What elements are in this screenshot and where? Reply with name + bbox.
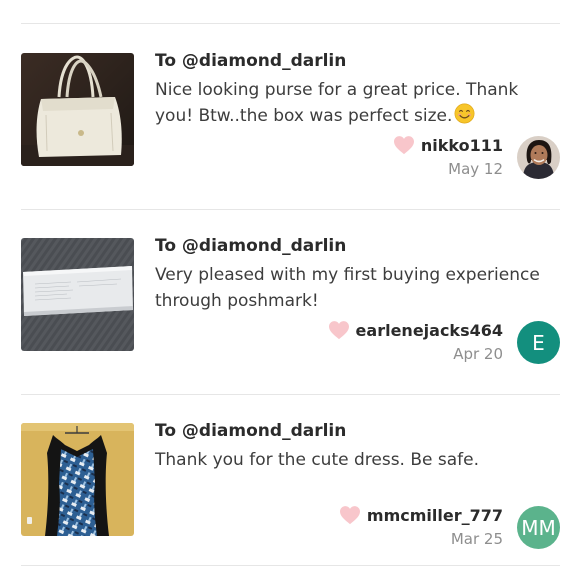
box-image — [21, 238, 134, 351]
review-date: May 12 — [448, 160, 503, 178]
reviewer-username[interactable]: earlenejacks464 — [356, 321, 503, 340]
review-message: Nice looking purse for a great price. Th… — [155, 77, 550, 129]
divider — [21, 394, 560, 395]
reviewer-row: nikko111 — [393, 135, 503, 155]
review-message: Thank you for the cute dress. Be safe. — [155, 450, 480, 470]
avatar[interactable]: MM — [517, 506, 560, 549]
review-date: Mar 25 — [450, 530, 503, 548]
review-message: Very pleased with my first buying experi… — [155, 265, 540, 311]
listing-thumbnail-dress[interactable] — [21, 423, 134, 536]
avatar[interactable] — [517, 136, 560, 179]
review-card: To @diamond_darlin Very pleased with my … — [0, 236, 580, 398]
divider — [21, 209, 560, 210]
smiling-face-emoji — [454, 103, 475, 124]
user-photo-avatar — [517, 136, 560, 179]
divider — [21, 23, 560, 24]
avatar[interactable]: E — [517, 321, 560, 364]
dress-image — [21, 423, 134, 536]
review-card: To @diamond_darlin Nice looking purse fo… — [0, 51, 580, 213]
review-recipient[interactable]: To @diamond_darlin — [155, 51, 346, 71]
reviewer-row: mmcmiller_777 — [339, 505, 503, 525]
review-card: To @diamond_darlin Thank you for the cut… — [0, 421, 580, 580]
heart-icon[interactable] — [328, 320, 350, 340]
review-recipient[interactable]: To @diamond_darlin — [155, 236, 346, 256]
heart-icon[interactable] — [339, 505, 361, 525]
review-feed: To @diamond_darlin Nice looking purse fo… — [0, 0, 580, 580]
listing-thumbnail-purse[interactable] — [21, 53, 134, 166]
reviewer-username[interactable]: mmcmiller_777 — [367, 506, 503, 525]
listing-thumbnail-box[interactable] — [21, 238, 134, 351]
reviewer-username[interactable]: nikko111 — [421, 136, 503, 155]
review-date: Apr 20 — [453, 345, 503, 363]
review-recipient[interactable]: To @diamond_darlin — [155, 421, 346, 441]
purse-image — [21, 53, 134, 166]
divider — [21, 565, 560, 566]
heart-icon[interactable] — [393, 135, 415, 155]
reviewer-row: earlenejacks464 — [328, 320, 503, 340]
